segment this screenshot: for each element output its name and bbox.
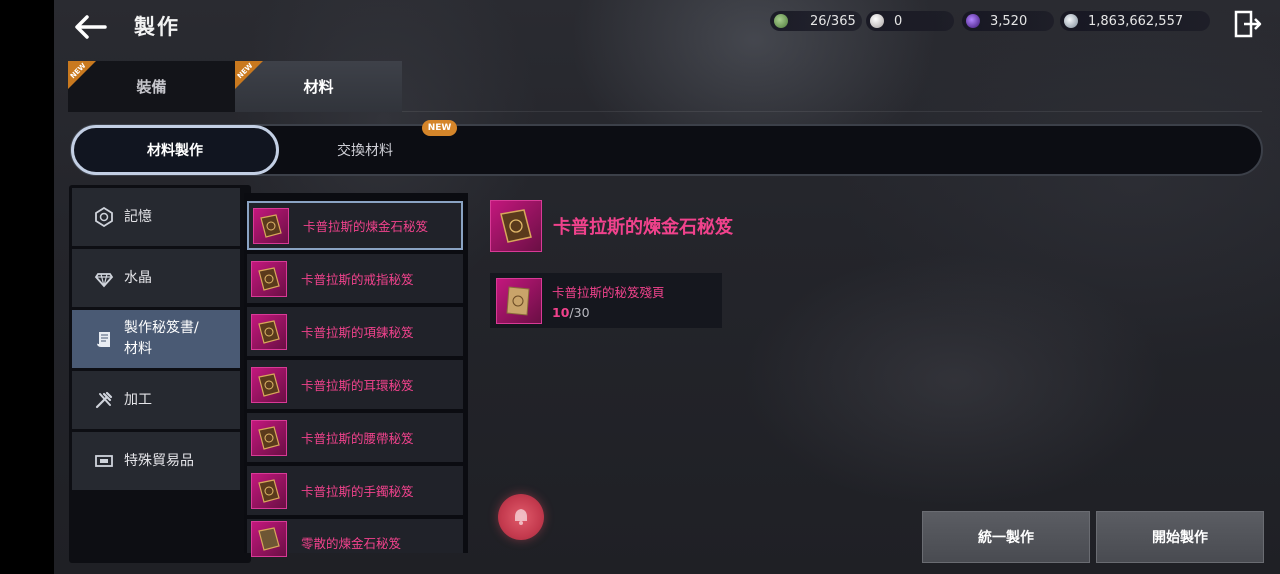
book-icon [251, 260, 287, 297]
book-icon [490, 200, 542, 252]
recipe-item[interactable]: 卡普拉斯的手鐲秘笈 [247, 466, 463, 515]
book-icon [251, 472, 287, 509]
category-processing[interactable]: 加工 [72, 371, 240, 429]
recipe-item[interactable]: 零散的煉金石秘笈 [247, 519, 463, 557]
recipe-title: 卡普拉斯的煉金石秘笈 [553, 217, 733, 238]
category-special-trade-label: 特殊貿易品 [124, 452, 194, 469]
recipe-item-label: 卡普拉斯的煉金石秘笈 [303, 219, 429, 234]
category-memory-label: 記憶 [124, 208, 152, 225]
left-black-bar [0, 0, 54, 574]
category-recipe-books-label: 製作秘笈書/材料 [124, 320, 199, 357]
book-icon [251, 313, 287, 350]
batch-craft-button[interactable]: 統一製作 [922, 511, 1090, 563]
category-processing-label: 加工 [124, 391, 152, 408]
recipe-item-label: 卡普拉斯的項鍊秘笈 [301, 325, 414, 340]
recipe-item-label: 卡普拉斯的腰帶秘笈 [301, 431, 414, 446]
book-icon [251, 521, 287, 557]
scroll-icon [94, 329, 114, 349]
exit-door-icon [1234, 10, 1262, 38]
recipe-item[interactable]: 卡普拉斯的項鍊秘笈 [247, 307, 463, 356]
material-card[interactable]: 卡普拉斯的秘笈殘頁 10/30 [490, 273, 722, 328]
bell-icon [515, 509, 527, 525]
currency-crystal-value: 3,520 [990, 13, 1028, 29]
purple-orb-icon [966, 14, 980, 28]
recipe-item[interactable]: 卡普拉斯的戒指秘笈 [247, 254, 463, 303]
recipe-item-label: 卡普拉斯的戒指秘笈 [301, 272, 414, 287]
tools-icon [94, 390, 114, 410]
tab-materials-label: 材料 [303, 78, 334, 96]
silver-coin-icon [1064, 14, 1078, 28]
currency-crystal[interactable]: 3,520 [962, 11, 1054, 31]
exit-button[interactable] [1232, 8, 1264, 40]
arrow-left-icon [75, 15, 107, 39]
material-name: 卡普拉斯的秘笈殘頁 [552, 284, 665, 300]
currency-stamina[interactable]: 26/365 [770, 11, 862, 31]
recipe-item[interactable]: 卡普拉斯的煉金石秘笈 [247, 201, 463, 250]
tab-materials[interactable]: NEW 材料 [235, 61, 402, 112]
recipe-item-label: 卡普拉斯的手鐲秘笈 [301, 484, 414, 499]
new-badge: NEW [422, 120, 457, 136]
currency-silver[interactable]: 1,863,662,557 [1060, 11, 1210, 31]
category-special-trade[interactable]: 特殊貿易品 [72, 432, 240, 490]
category-crystal[interactable]: 水晶 [72, 249, 240, 307]
pearl-icon [870, 14, 884, 28]
recipe-item-label: 零散的煉金石秘笈 [301, 536, 402, 551]
memory-icon [94, 207, 114, 227]
book-icon [251, 419, 287, 456]
trade-goods-icon [94, 451, 114, 471]
back-button[interactable] [70, 10, 110, 44]
recipe-item-label: 卡普拉斯的耳環秘笈 [301, 378, 414, 393]
torn-page-icon [496, 277, 542, 324]
currency-stamina-value: 26/365 [810, 13, 856, 29]
material-count: 10/30 [552, 304, 590, 320]
subtab-material-crafting[interactable]: 材料製作 [71, 125, 279, 175]
green-gem-icon [774, 14, 788, 28]
recipe-item[interactable]: 卡普拉斯的腰帶秘笈 [247, 413, 463, 462]
currency-pearl[interactable]: 0 [866, 11, 954, 31]
subtab-exchange-materials[interactable]: 交換材料 [300, 125, 430, 175]
category-crystal-label: 水晶 [124, 269, 152, 286]
recipe-item[interactable]: 卡普拉斯的耳環秘笈 [247, 360, 463, 409]
book-icon [251, 366, 287, 403]
tab-equipment[interactable]: NEW 裝備 [68, 61, 235, 112]
book-icon [253, 207, 289, 244]
tab-divider [402, 111, 1262, 112]
category-recipe-books[interactable]: 製作秘笈書/材料 [72, 310, 240, 368]
page-title: 製作 [134, 15, 180, 39]
tab-equipment-label: 裝備 [136, 78, 167, 96]
start-craft-button[interactable]: 開始製作 [1096, 511, 1264, 563]
currency-pearl-value: 0 [894, 13, 903, 29]
crystal-icon [94, 268, 114, 288]
floating-action-button[interactable] [498, 494, 544, 540]
currency-silver-value: 1,863,662,557 [1088, 13, 1184, 29]
category-memory[interactable]: 記憶 [72, 188, 240, 246]
